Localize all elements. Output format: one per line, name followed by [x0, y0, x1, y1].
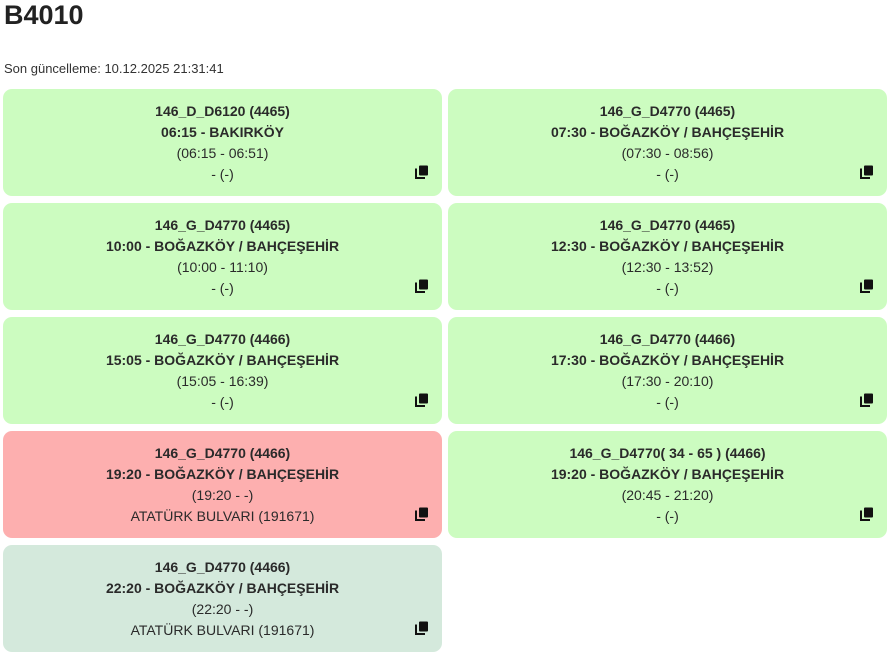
trip-route-code: 146_G_D4770( 34 - 65 ) (4466)	[569, 445, 766, 461]
trip-departure-destination: 17:30 - BOĞAZKÖY / BAHÇEŞEHİR	[550, 352, 785, 368]
trip-current-stop: - (-)	[656, 394, 679, 410]
trip-card[interactable]: 146_G_D4770( 34 - 65 ) (4466) 19:20 - BOĞ…	[448, 431, 887, 538]
trip-card[interactable]: 146_G_D4770 (4466) 15:05 - BOĞAZKÖY / BAH…	[3, 317, 442, 424]
trip-departure-destination: 12:30 - BOĞAZKÖY / BAHÇEŞEHİR	[550, 238, 785, 254]
trip-card[interactable]: 146_G_D4770 (4465) 10:00 - BOĞAZKÖY / BAH…	[3, 203, 442, 310]
trip-current-stop: - (-)	[211, 394, 234, 410]
trip-time-range: (19:20 - -)	[191, 487, 254, 503]
trip-current-stop: - (-)	[656, 508, 679, 524]
copy-icon[interactable]	[860, 165, 874, 179]
copy-icon[interactable]	[415, 621, 429, 635]
copy-icon[interactable]	[415, 279, 429, 293]
page: B4010 Son güncelleme: 10.12.2025 21:31:4…	[0, 0, 889, 659]
copy-icon[interactable]	[860, 507, 874, 521]
trip-time-range: (17:30 - 20:10)	[621, 373, 714, 389]
trip-card[interactable]: 146_G_D4770 (4465) 12:30 - BOĞAZKÖY / BAH…	[448, 203, 887, 310]
trip-time-range: (12:30 - 13:52)	[621, 259, 714, 275]
trip-current-stop: - (-)	[211, 280, 234, 296]
page-title: B4010	[4, 0, 84, 30]
trip-current-stop: ATATÜRK BULVARI (191671)	[130, 508, 315, 524]
copy-icon[interactable]	[415, 507, 429, 521]
trip-route-code: 146_G_D4770 (4466)	[599, 331, 736, 347]
trip-card[interactable]: 146_G_D4770 (4466) 19:20 - BOĞAZKÖY / BAH…	[3, 431, 442, 538]
trip-departure-destination: 19:20 - BOĞAZKÖY / BAHÇEŞEHİR	[105, 466, 340, 482]
trip-time-range: (06:15 - 06:51)	[176, 145, 269, 161]
trip-current-stop: ATATÜRK BULVARI (191671)	[130, 622, 315, 638]
trip-departure-destination: 06:15 - BAKIRKÖY	[161, 124, 284, 140]
trip-departure-destination: 07:30 - BOĞAZKÖY / BAHÇEŞEHİR	[550, 124, 785, 140]
copy-icon[interactable]	[860, 393, 874, 407]
trip-departure-destination: 22:20 - BOĞAZKÖY / BAHÇEŞEHİR	[105, 580, 340, 596]
trip-time-range: (15:05 - 16:39)	[176, 373, 269, 389]
trip-route-code: 146_G_D4770 (4465)	[154, 217, 291, 233]
trip-route-code: 146_G_D4770 (4466)	[154, 559, 291, 575]
trip-route-code: 146_G_D4770 (4465)	[599, 103, 736, 119]
trip-departure-destination: 10:00 - BOĞAZKÖY / BAHÇEŞEHİR	[105, 238, 340, 254]
trip-route-code: 146_D_D6120 (4465)	[155, 103, 290, 119]
trip-route-code: 146_G_D4770 (4466)	[154, 331, 291, 347]
trip-time-range: (20:45 - 21:20)	[621, 487, 714, 503]
trip-card[interactable]: 146_G_D4770 (4466) 17:30 - BOĞAZKÖY / BAH…	[448, 317, 887, 424]
trip-current-stop: - (-)	[211, 166, 234, 182]
trip-time-range: (10:00 - 11:10)	[177, 259, 268, 275]
trip-card[interactable]: 146_G_D4770 (4465) 07:30 - BOĞAZKÖY / BAH…	[448, 89, 887, 196]
trip-route-code: 146_G_D4770 (4465)	[599, 217, 736, 233]
trip-time-range: (07:30 - 08:56)	[621, 145, 714, 161]
last-updated-text: Son güncelleme: 10.12.2025 21:31:41	[4, 61, 224, 76]
trip-current-stop: - (-)	[656, 166, 679, 182]
copy-icon[interactable]	[860, 279, 874, 293]
copy-icon[interactable]	[415, 393, 429, 407]
trip-time-range: (22:20 - -)	[191, 601, 254, 617]
trip-card[interactable]: 146_G_D4770 (4466) 22:20 - BOĞAZKÖY / BAH…	[3, 545, 442, 652]
trip-card[interactable]: 146_D_D6120 (4465) 06:15 - BAKIRKÖY (06:15…	[3, 89, 442, 196]
trip-departure-destination: 19:20 - BOĞAZKÖY / BAHÇEŞEHİR	[550, 466, 785, 482]
trip-departure-destination: 15:05 - BOĞAZKÖY / BAHÇEŞEHİR	[105, 352, 340, 368]
trip-current-stop: - (-)	[656, 280, 679, 296]
copy-icon[interactable]	[415, 165, 429, 179]
trip-card-grid: 146_D_D6120 (4465) 06:15 - BAKIRKÖY (06:15…	[3, 89, 887, 652]
trip-route-code: 146_G_D4770 (4466)	[154, 445, 291, 461]
